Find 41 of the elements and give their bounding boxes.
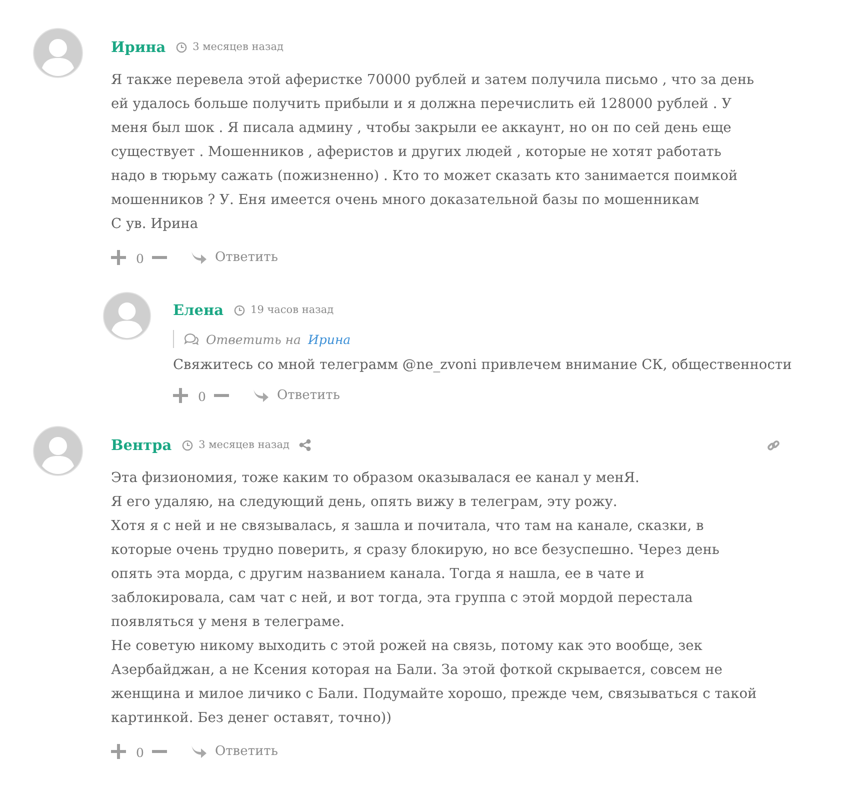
comment-time: 19 часов назад <box>250 304 334 316</box>
vote-count: 0 <box>198 388 206 404</box>
reply-to-label: Ответить на <box>206 332 301 346</box>
speech-bubbles-icon <box>184 333 199 345</box>
reply-button[interactable]: Ответить <box>190 744 278 758</box>
vote-count: 0 <box>136 250 144 266</box>
clock-icon <box>234 304 245 316</box>
vote-count: 0 <box>136 744 144 760</box>
avatar-icon <box>33 28 83 78</box>
reply-arrow-icon <box>190 744 207 758</box>
reply-arrow-icon <box>190 250 207 264</box>
comment-text: Свяжитесь со мной телеграмм @ne_zvoni привлечем внимание СК, общественности <box>173 356 792 375</box>
plus-icon <box>111 250 126 264</box>
comment-text: Эта физиономия, тоже каким то образом оказывалася ее канал у менЯ. Я его удаляю, на следующий день, опять вижу в телеграм, эту рожу. Хотя я с ней и не связывалась, я зашла и почитала, что там на канале, сказки, в которые очень трудно поверить, я сразу блокирую, но все безуспешно. Через день опять эта морда, с другим названием канала. Тогда я нашла, ее в чате и заблокировала, сам чат с ней, и вот тогда, эта группа с этой мордой перестала появляться у меня в телеграме. Не советую никому выходить с этой рожей на связь, потому как это вообще, зек Азербайджан, а не Ксения которая на Бали. За этой фоткой скрывается, совсем не женщина и милое личико с Бали. Подумайте хорошо, прежде чем, связываться с такой картинкой. Без денег оставят, точно)) <box>111 469 757 728</box>
minus-icon <box>152 256 167 258</box>
downvote-button[interactable] <box>152 750 167 752</box>
avatar-icon <box>103 292 151 340</box>
reply-author-link[interactable]: Ирина <box>308 332 351 346</box>
upvote-button[interactable] <box>111 744 126 758</box>
reply-button[interactable]: Ответить <box>190 250 278 264</box>
clock-icon <box>182 440 193 450</box>
comment-author: Вентра <box>111 436 172 454</box>
reply-button[interactable]: Ответить <box>252 388 340 402</box>
link-icon[interactable] <box>767 438 780 452</box>
comment-author: Ирина <box>111 38 166 56</box>
plus-icon <box>111 744 126 758</box>
clock-icon <box>176 42 187 52</box>
minus-icon <box>152 750 167 752</box>
plus-icon <box>173 388 188 402</box>
comment-time: 3 месяцев назад <box>192 41 284 53</box>
comment-text: Я также перевела этой аферистке 70000 рублей и затем получила письмо , что за день ей удалось больше получить прибыли и я должна перечислить ей 128000 рублей . У меня был шок . Я писала админу , чтобы закрыли ее аккаунт, но он по сей день еще существует . Мошенников , аферистов и других людей , которые не хотят работать надо в тюрьму сажать (пожизненно) . Кто то может сказать кто занимается поимкой мошенников ? У. Еня имеется очень много доказательной базы по мошенникам С ув. Ирина <box>111 71 754 234</box>
upvote-button[interactable] <box>173 388 188 402</box>
downvote-button[interactable] <box>214 394 229 396</box>
comment-time: 3 месяцев назад <box>198 439 290 451</box>
reply-arrow-icon <box>252 388 269 402</box>
share-icon[interactable] <box>299 439 312 451</box>
comment-author: Елена <box>173 302 224 318</box>
avatar-icon <box>33 426 83 476</box>
downvote-button[interactable] <box>152 256 167 258</box>
upvote-button[interactable] <box>111 250 126 264</box>
minus-icon <box>214 394 229 396</box>
